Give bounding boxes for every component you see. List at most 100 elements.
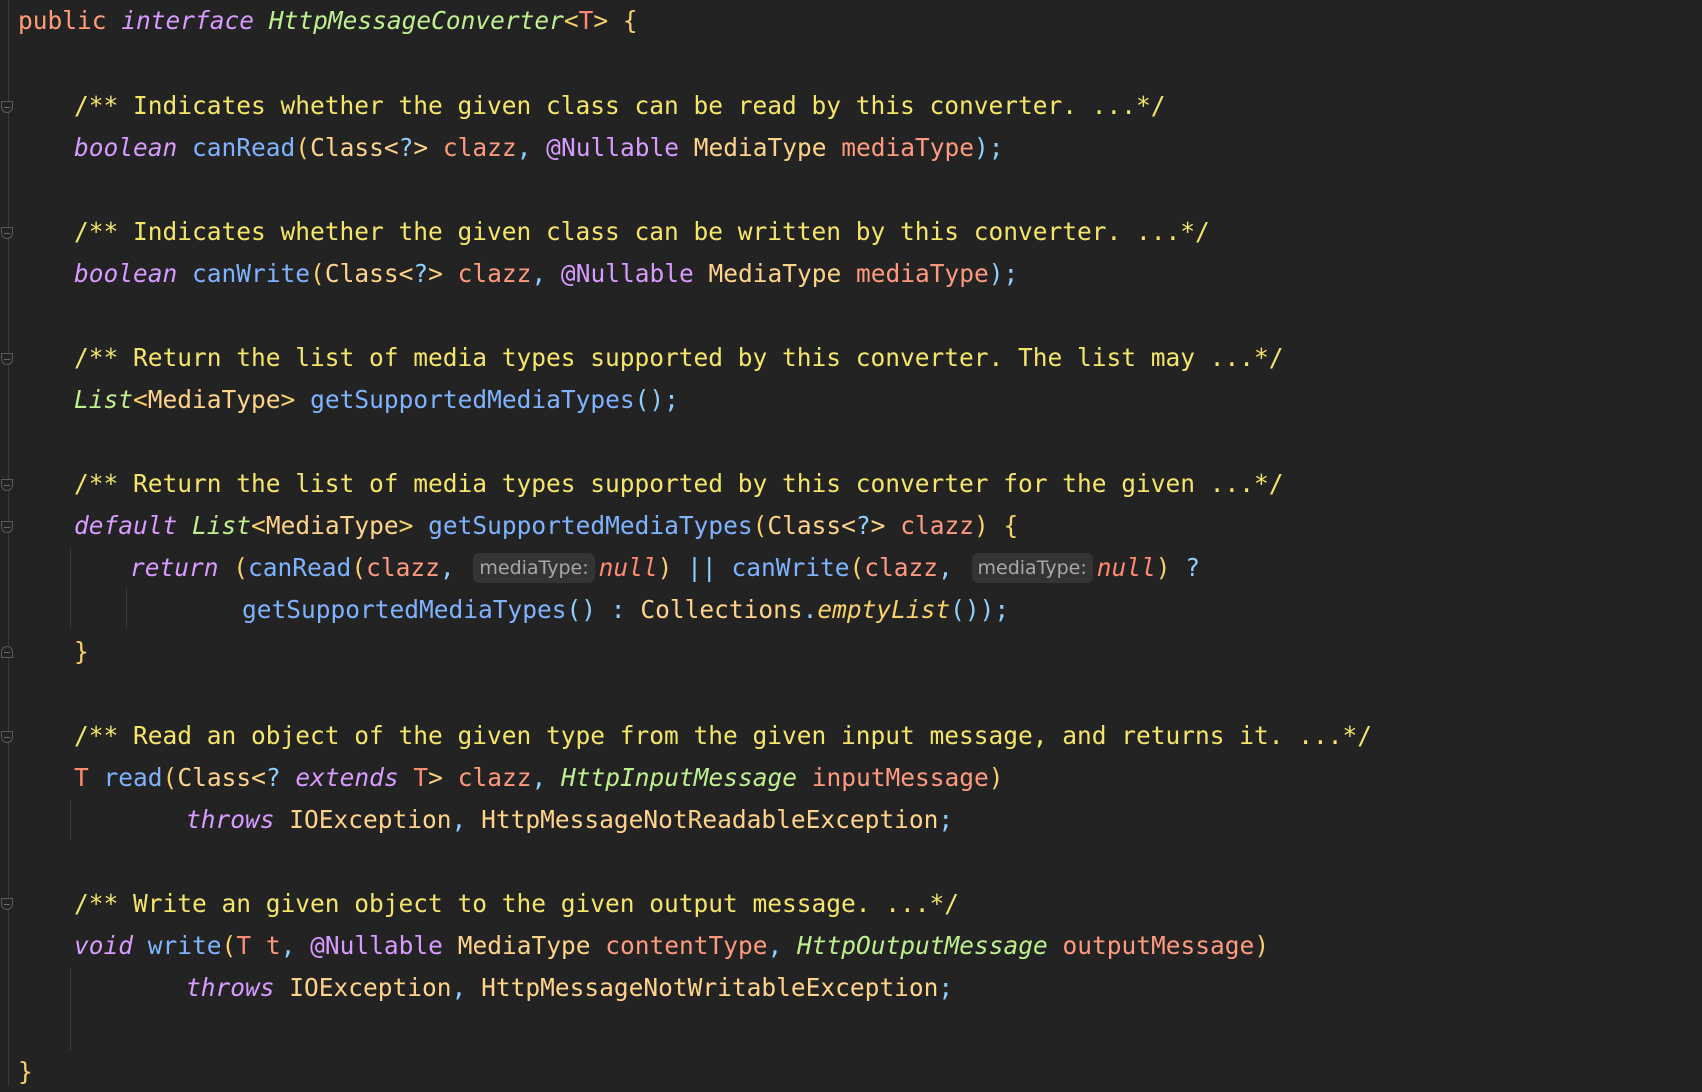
parameter: clazz [864,553,938,582]
code-line[interactable]: } [74,632,89,672]
parameter: clazz [457,763,532,792]
type-name: MediaType [147,385,281,414]
type-name: MediaType [708,259,842,288]
punctuation: , [451,805,467,834]
punctuation: > [413,133,429,162]
parameter: t [265,931,281,960]
punctuation: ( [295,133,311,162]
punctuation: , [439,553,455,582]
punctuation: ( [752,511,768,540]
keyword: throws [186,973,275,1002]
method-name: getSupportedMediaTypes [310,385,635,414]
punctuation: ? [413,259,429,288]
type-param: T [236,931,252,960]
type-name: HttpMessageNotWritableException [481,973,939,1002]
code-line[interactable]: T read(Class<? extends T> clazz, HttpInp… [74,758,1004,798]
annotation: Nullable [575,259,694,288]
code-line[interactable]: default List<MediaType> getSupportedMedi… [74,506,1018,546]
code-line[interactable]: /** Return the list of media types suppo… [74,464,1284,504]
annotation: Nullable [560,133,679,162]
parameter-hint: mediaType: [473,553,595,583]
punctuation: < [563,6,579,35]
fold-marker-icon[interactable] [1,101,13,113]
punctuation: ) { [973,511,1019,540]
punctuation: ); [974,133,1004,162]
operator: : [610,595,626,624]
punctuation: > [280,385,296,414]
doc-comment: /** Indicates whether the given class ca… [74,91,1166,120]
keyword: interface [121,6,255,35]
fold-open-icon[interactable] [1,521,13,533]
punctuation: ) [657,553,673,582]
null-literal: null [598,553,658,582]
keyword: default [74,511,178,540]
annotation: @ [310,931,325,960]
code-line[interactable]: /** Return the list of media types suppo… [74,338,1284,378]
type-name: Collections [640,595,803,624]
code-editor[interactable]: public interface HttpMessageConverter<T>… [0,0,1702,1086]
fold-marker-icon[interactable] [1,227,13,239]
type-name: Class< [310,133,399,162]
code-line[interactable]: boolean canWrite(Class<?> clazz, @Nullab… [74,254,1018,294]
punctuation: ) [988,763,1004,792]
type-name: MediaType [265,511,399,540]
method-name: canRead [248,553,352,582]
null-literal: null [1096,553,1156,582]
code-line[interactable]: /** Indicates whether the given class ca… [74,86,1166,126]
fold-marker-icon[interactable] [1,353,13,365]
annotation: @ [546,133,561,162]
doc-comment: /** Indicates whether the given class ca… [74,217,1210,246]
code-line[interactable]: throws IOException, HttpMessageNotWritab… [186,968,953,1008]
keyword: extends [295,763,399,792]
fold-close-icon[interactable] [1,646,13,658]
punctuation: < [133,385,148,414]
code-line[interactable]: return (canRead(clazz, mediaType: null) |… [130,548,1200,588]
punctuation: ( [233,553,249,582]
code-line[interactable]: public interface HttpMessageConverter<T>… [18,1,638,41]
brace: { [608,6,638,35]
indent-guide [126,588,127,628]
type-name: HttpOutputMessage [797,931,1048,960]
parameter: mediaType [856,259,989,288]
code-line[interactable]: boolean canRead(Class<?> clazz, @Nullabl… [74,128,1004,168]
keyword: throws [186,805,275,834]
punctuation: , [531,259,547,288]
parameter: clazz [900,511,974,540]
code-line[interactable]: List<MediaType> getSupportedMediaTypes()… [74,380,679,420]
punctuation: ) [1155,553,1171,582]
fold-marker-icon[interactable] [1,479,13,491]
punctuation: (); [634,385,679,414]
doc-comment: /** Write an given object to the given o… [74,889,960,918]
punctuation: ? [855,511,871,540]
gutter [8,0,9,1086]
brace: } [74,637,89,666]
code-line[interactable]: /** Indicates whether the given class ca… [74,212,1210,252]
punctuation: . [802,595,818,624]
type-name: HttpMessageNotReadableException [481,805,939,834]
code-line[interactable]: getSupportedMediaTypes() : Collections.e… [242,590,1009,630]
indent-guide [70,800,71,840]
fold-marker-icon[interactable] [1,898,13,910]
punctuation: ( [351,553,367,582]
doc-comment: /** Read an object of the given type fro… [74,721,1373,750]
punctuation: ( [162,763,178,792]
punctuation: ? [398,133,414,162]
method-name: read [103,763,163,792]
type-name: MediaType [693,133,827,162]
punctuation: ( [849,553,865,582]
parameter: inputMessage [811,763,989,792]
parameter: mediaType [841,133,975,162]
fold-marker-icon[interactable] [1,731,13,743]
code-line[interactable]: void write(T t, @Nullable MediaType cont… [74,926,1269,966]
code-line[interactable]: /** Read an object of the given type fro… [74,716,1372,756]
parameter-hint: mediaType: [971,553,1093,583]
code-line[interactable]: throws IOException, HttpMessageNotReadab… [186,800,953,840]
type-name: IOException [289,805,452,834]
parameter: outputMessage [1062,931,1255,960]
type-name: Class< [324,259,414,288]
punctuation: ); [988,259,1019,288]
code-line[interactable]: /** Write an given object to the given o… [74,884,959,924]
static-method: emptyList [817,595,951,624]
code-line[interactable]: } [18,1052,33,1092]
parameter: clazz [457,259,532,288]
